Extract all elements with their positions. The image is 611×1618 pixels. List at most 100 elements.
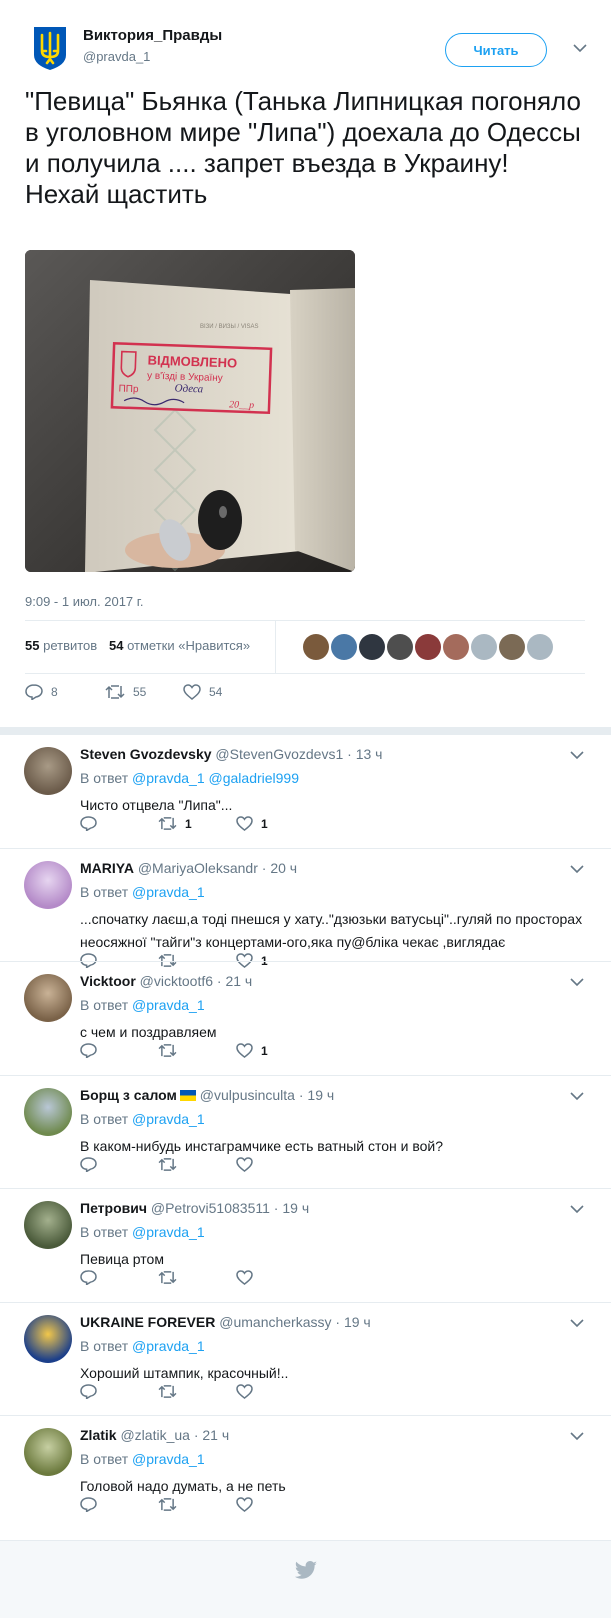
retweet-action[interactable] <box>158 1270 185 1285</box>
reply-to-line: В ответ @pravda_1 <box>80 1338 205 1354</box>
liker-avatar[interactable] <box>359 634 385 660</box>
reply-to-mention[interactable]: @pravda_1 <box>132 1224 205 1240</box>
reply-author-name[interactable]: UKRAINE FOREVER <box>80 1314 215 1330</box>
reply-to-prefix: В ответ <box>80 1224 129 1240</box>
reply-to-line: В ответ @pravda_1 @galadriel999 <box>80 770 299 786</box>
reply-icon <box>80 1270 97 1285</box>
reply-action[interactable] <box>80 1384 97 1399</box>
reply-time[interactable]: 20 ч <box>270 860 297 876</box>
reply-to-line: В ответ @pravda_1 <box>80 1451 205 1467</box>
reply-menu-button[interactable] <box>570 974 584 992</box>
reply-action[interactable] <box>80 1157 97 1172</box>
like-icon <box>236 1270 253 1285</box>
liker-avatar[interactable] <box>331 634 357 660</box>
reply-author-name[interactable]: Борщ з салом <box>80 1087 177 1103</box>
reply-author-handle[interactable]: @Petrovi51083511 <box>151 1200 270 1216</box>
reply-to-mention[interactable]: @pravda_1 @galadriel999 <box>132 770 299 786</box>
reply-avatar[interactable] <box>24 1428 72 1476</box>
author-handle[interactable]: @pravda_1 <box>83 49 150 64</box>
reply-to-mention[interactable]: @pravda_1 <box>132 997 205 1013</box>
retweet-action[interactable] <box>158 1384 185 1399</box>
reply-avatar[interactable] <box>24 1088 72 1136</box>
likes-stat[interactable]: 54 отметки «Нравится» <box>109 638 250 653</box>
reply-time[interactable]: 19 ч <box>307 1087 334 1103</box>
tweet-photo[interactable]: ВІЗИ / ВИЗЫ / VISAS ВІДМОВЛЕНО у в'їзді … <box>25 250 355 572</box>
like-action[interactable] <box>236 1497 261 1512</box>
reply-action[interactable] <box>80 1270 97 1285</box>
tweet-menu-button[interactable] <box>570 38 590 58</box>
reply-avatar[interactable] <box>24 861 72 909</box>
reply-menu-button[interactable] <box>570 747 584 765</box>
author-name[interactable]: Виктория_Правды <box>83 27 222 44</box>
reply-time[interactable]: 19 ч <box>344 1314 371 1330</box>
reply-action[interactable] <box>80 1043 97 1058</box>
reply-to-mention[interactable]: @pravda_1 <box>132 1451 205 1467</box>
stamp-line3: ППр <box>118 383 139 395</box>
liker-avatar[interactable] <box>303 634 329 660</box>
tweet-timestamp[interactable]: 9:09 - 1 июл. 2017 г. <box>25 594 144 609</box>
retweet-action[interactable] <box>158 1497 185 1512</box>
twitter-bird-icon[interactable] <box>294 1561 318 1581</box>
liker-avatar[interactable] <box>415 634 441 660</box>
like-action[interactable]: 1 <box>236 816 268 831</box>
reply-menu-button[interactable] <box>570 1088 584 1106</box>
reply-menu-button[interactable] <box>570 1428 584 1446</box>
liker-avatar[interactable] <box>443 634 469 660</box>
retweet-action[interactable] <box>158 1157 185 1172</box>
reply-author-name[interactable]: Петрович <box>80 1200 147 1216</box>
reply-header: Борщ з салом @vulpusinculta · 19 ч <box>80 1087 334 1103</box>
chevron-down-icon <box>570 1432 584 1441</box>
reply-author-handle[interactable]: @vulpusinculta <box>200 1087 295 1103</box>
follow-button[interactable]: Читать <box>445 33 547 67</box>
reply-author-handle[interactable]: @MariyaOleksandr <box>138 860 258 876</box>
reply-separator: · <box>269 1200 283 1216</box>
reply-to-mention[interactable]: @pravda_1 <box>132 884 205 900</box>
like-action[interactable] <box>236 1270 261 1285</box>
reply-author-handle[interactable]: @vicktootf6 <box>140 973 213 989</box>
reply-action[interactable]: 8 <box>25 684 58 700</box>
reply-to-mention[interactable]: @pravda_1 <box>132 1111 205 1127</box>
reply-author-name[interactable]: Zlatik <box>80 1427 117 1443</box>
like-action[interactable] <box>236 1384 261 1399</box>
reply-avatar[interactable] <box>24 1201 72 1249</box>
avatar[interactable] <box>25 23 75 73</box>
retweets-stat[interactable]: 55 ретвитов <box>25 638 97 653</box>
reply-menu-button[interactable] <box>570 861 584 879</box>
like-action[interactable]: 1 <box>236 1043 268 1058</box>
reply-action[interactable] <box>80 1497 97 1512</box>
reply-avatar[interactable] <box>24 1315 72 1363</box>
liker-avatar[interactable] <box>471 634 497 660</box>
liker-avatar[interactable] <box>527 634 553 660</box>
reply-menu-button[interactable] <box>570 1315 584 1333</box>
reply-author-handle[interactable]: @StevenGvozdevs1 <box>215 746 343 762</box>
reply-author-handle[interactable]: @zlatik_ua <box>120 1427 189 1443</box>
reply-avatar[interactable] <box>24 974 72 1022</box>
reply-time[interactable]: 21 ч <box>202 1427 229 1443</box>
reply-menu-button[interactable] <box>570 1201 584 1219</box>
reply-to-mention[interactable]: @pravda_1 <box>132 1338 205 1354</box>
reply-author-handle[interactable]: @umancherkassy <box>219 1314 331 1330</box>
like-action[interactable] <box>236 1157 261 1172</box>
liker-avatar[interactable] <box>387 634 413 660</box>
liker-avatar[interactable] <box>499 634 525 660</box>
reply-author-name[interactable]: Vicktoor <box>80 973 136 989</box>
reply-author-name[interactable]: MARIYA <box>80 860 134 876</box>
reply-to-line: В ответ @pravda_1 <box>80 884 205 900</box>
reply-time[interactable]: 21 ч <box>225 973 252 989</box>
reply-text: Головой надо думать, а не петь <box>80 1478 286 1494</box>
reply-avatar[interactable] <box>24 747 72 795</box>
reply-time[interactable]: 19 ч <box>282 1200 309 1216</box>
retweet-icon <box>158 817 177 830</box>
trident-icon <box>34 27 66 70</box>
reply-author-name[interactable]: Steven Gvozdevsky <box>80 746 212 762</box>
retweet-action[interactable]: 55 <box>105 684 146 700</box>
reply-action[interactable] <box>80 816 97 831</box>
retweet-action[interactable]: 1 <box>158 816 192 831</box>
like-count: 1 <box>261 816 268 831</box>
like-action[interactable]: 54 <box>183 684 222 700</box>
chevron-down-icon <box>570 1092 584 1101</box>
reply-separator: · <box>331 1314 344 1330</box>
retweet-action[interactable] <box>158 1043 185 1058</box>
reply-time[interactable]: 13 ч <box>356 746 383 762</box>
section-divider <box>0 727 611 734</box>
